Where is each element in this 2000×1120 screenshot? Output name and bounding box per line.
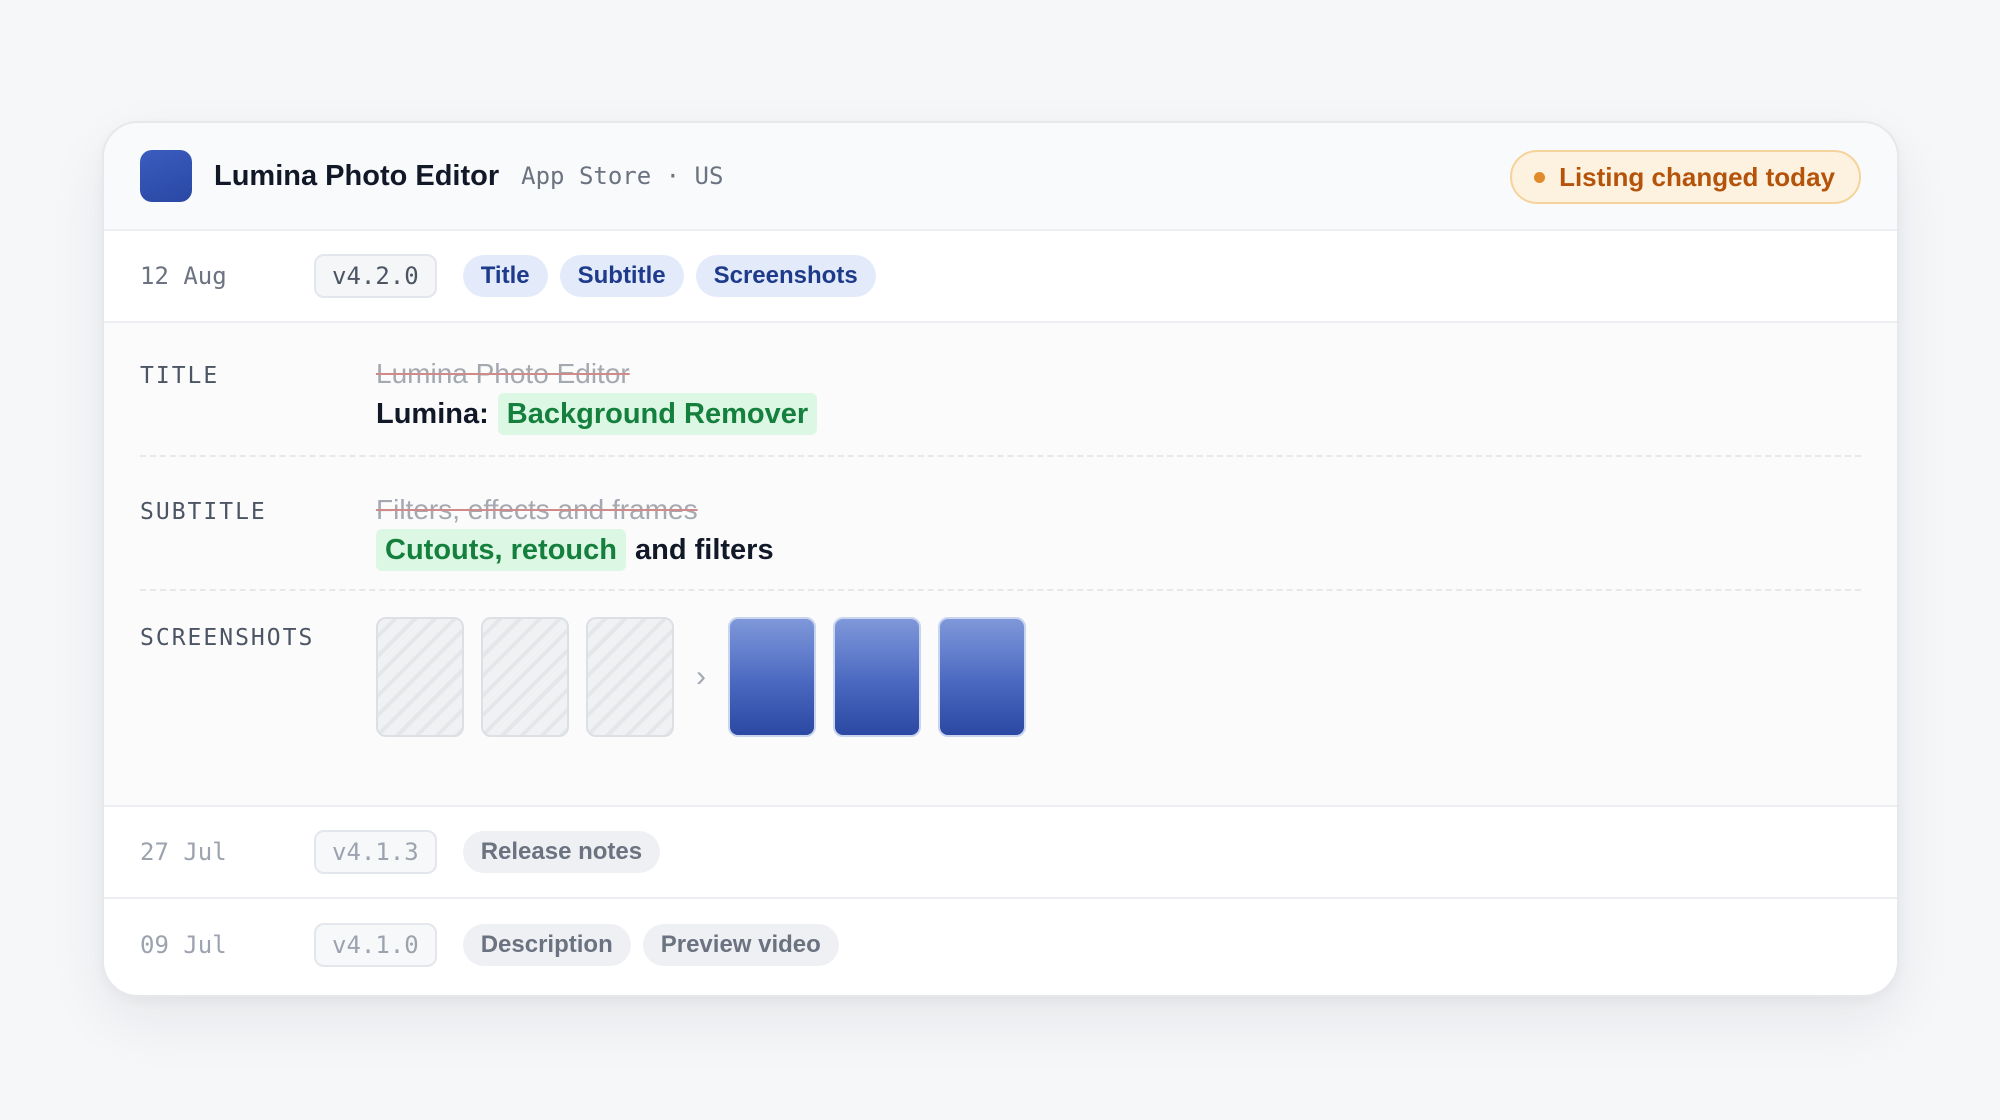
version-badge: v4.1.0 [314,923,437,967]
listing-changed-label: Listing changed today [1559,161,1835,192]
field-label-subtitle: SUBTITLE [140,499,267,525]
field-label-title: TITLE [140,363,220,389]
new-title-prefix: Lumina: [376,398,489,430]
listing-history-card: Lumina Photo Editor App Store · US Listi… [102,121,1899,997]
version-badge: v4.2.0 [314,254,437,298]
new-title-inserted: Background Remover [497,393,818,435]
entry-date: 09 Jul [140,931,227,959]
change-tag-preview-video: Preview video [642,924,839,966]
change-details: TITLE Lumina Photo Editor Lumina: Backgr… [104,323,1897,807]
chevron-right-icon: › [696,660,706,693]
app-header: Lumina Photo Editor App Store · US Listi… [104,123,1897,231]
old-screenshot-thumbnail[interactable] [481,617,569,737]
listing-changed-badge: Listing changed today [1510,150,1861,204]
new-screenshot-thumbnail[interactable] [728,617,816,737]
new-subtitle-inserted: Cutouts, retouch [376,529,626,571]
history-entry-v4-1-3[interactable]: 27 Jul v4.1.3 Release notes [104,807,1897,899]
app-name: Lumina Photo Editor [214,159,500,192]
old-screenshot-thumbnail[interactable] [376,617,464,737]
new-title: Lumina: Background Remover [376,393,818,435]
store-region: App Store · US [521,162,724,190]
old-title: Lumina Photo Editor [376,358,630,389]
history-entry-v4-2-0[interactable]: 12 Aug v4.2.0 Title Subtitle Screenshots [104,231,1897,323]
change-tag-release-notes: Release notes [462,831,661,873]
screenshots-change: SCREENSHOTS › [140,591,1861,737]
change-tag-subtitle: Subtitle [559,255,684,297]
old-screenshot-thumbnail[interactable] [586,617,674,737]
entry-date: 12 Aug [140,262,227,290]
title-change: TITLE Lumina Photo Editor Lumina: Backgr… [140,323,1861,457]
version-badge: v4.1.3 [314,830,437,874]
screenshot-comparison: › [376,617,1043,737]
history-entry-v4-1-0[interactable]: 09 Jul v4.1.0 Description Preview video [104,899,1897,991]
old-subtitle: Filters, effects and frames [376,494,698,525]
subtitle-change: SUBTITLE Filters, effects and frames Cut… [140,457,1861,591]
new-subtitle: Cutouts, retouch and filters [376,529,774,571]
change-tag-title: Title [462,255,548,297]
new-screenshot-thumbnail[interactable] [938,617,1026,737]
change-tag-screenshots: Screenshots [695,255,876,297]
field-label-screenshots: SCREENSHOTS [140,625,315,651]
change-tag-description: Description [462,924,631,966]
status-dot-icon [1534,171,1546,183]
new-subtitle-suffix: and filters [635,534,774,566]
app-icon [140,150,192,202]
entry-date: 27 Jul [140,838,227,866]
new-screenshot-thumbnail[interactable] [833,617,921,737]
